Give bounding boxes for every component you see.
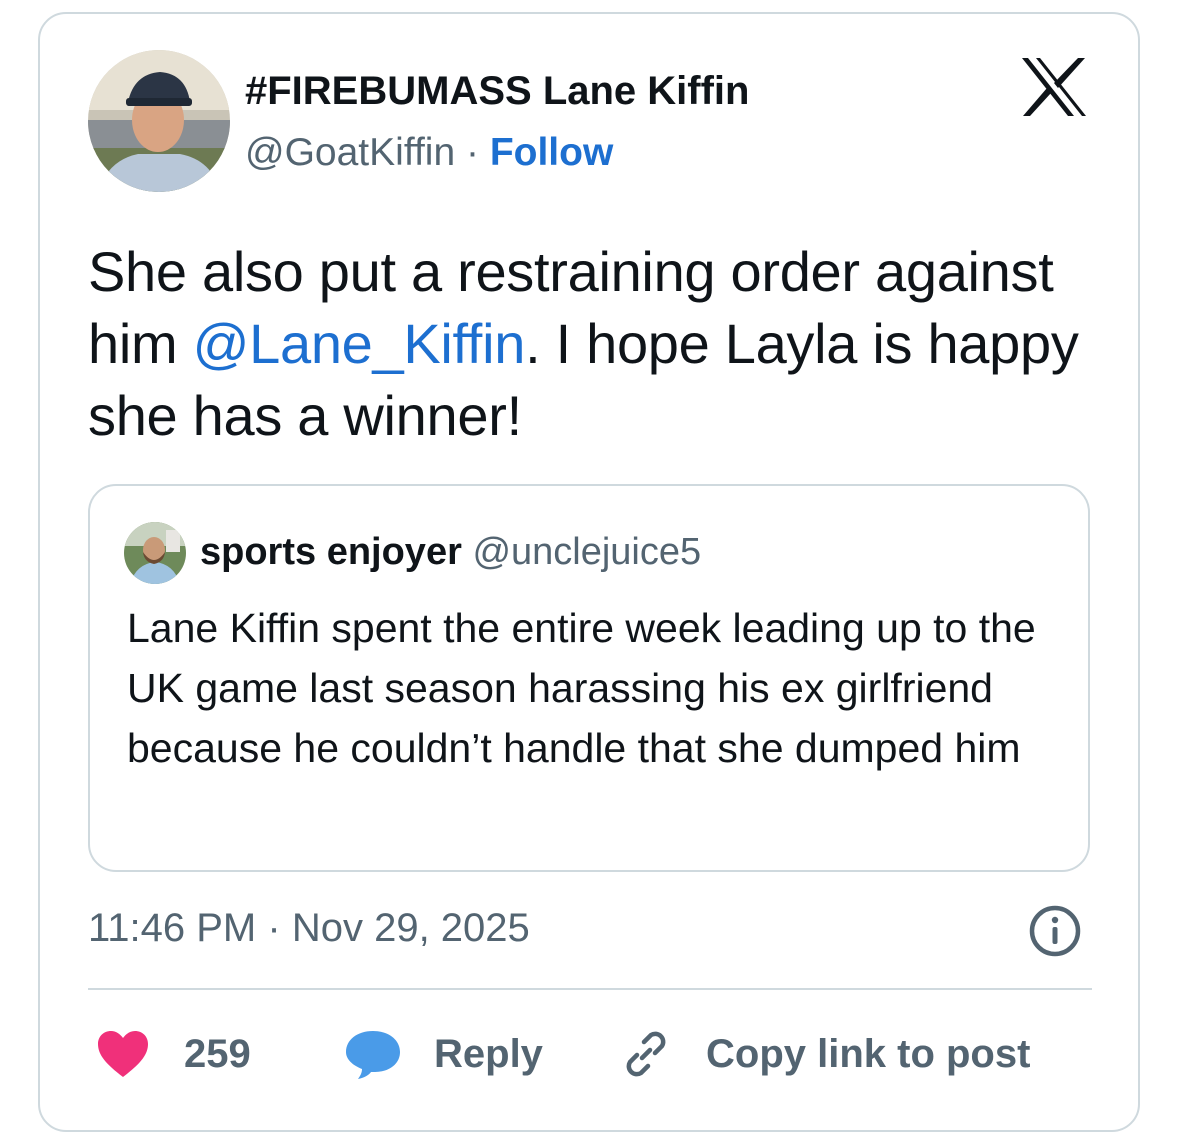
tweet-text: She also put a restraining order against… [88, 236, 1088, 452]
author-avatar[interactable] [88, 50, 230, 192]
quoted-author-row: sports enjoyer @unclejuice5 [200, 530, 701, 574]
like-button[interactable]: 259 [96, 1024, 251, 1084]
timestamp-date: Nov 29, 2025 [291, 906, 530, 950]
like-count: 259 [184, 1031, 251, 1076]
reply-button[interactable]: Reply [344, 1024, 543, 1084]
timestamp-row[interactable]: 11:46 PM · Nov 29, 2025 [88, 904, 530, 952]
quoted-handle: @unclejuice5 [472, 531, 702, 573]
link-icon [626, 1031, 666, 1077]
timestamp-time: 11:46 PM [88, 906, 257, 950]
copy-link-label: Copy link to post [706, 1031, 1031, 1076]
reply-label: Reply [434, 1031, 543, 1076]
author-display-name[interactable]: #FIREBUMASS Lane Kiffin [245, 68, 749, 114]
info-icon[interactable] [1028, 904, 1082, 958]
quoted-author-avatar [124, 522, 186, 584]
separator-dot: · [465, 131, 479, 174]
heart-icon [98, 1031, 148, 1077]
author-handle[interactable]: @GoatKiffin [245, 131, 455, 174]
timestamp-separator: · [267, 906, 281, 950]
reply-bubble-icon [346, 1031, 400, 1079]
copy-link-button[interactable]: Copy link to post [620, 1024, 1030, 1084]
divider [88, 988, 1092, 990]
mention-link[interactable]: @Lane_Kiffin [193, 312, 526, 375]
x-logo-icon[interactable] [1020, 56, 1088, 118]
author-handle-row: @GoatKiffin · Follow [245, 130, 613, 176]
quoted-tweet-text: Lane Kiffin spent the entire week leadin… [127, 605, 1036, 771]
quoted-display-name: sports enjoyer [200, 531, 462, 573]
follow-button[interactable]: Follow [490, 131, 613, 174]
